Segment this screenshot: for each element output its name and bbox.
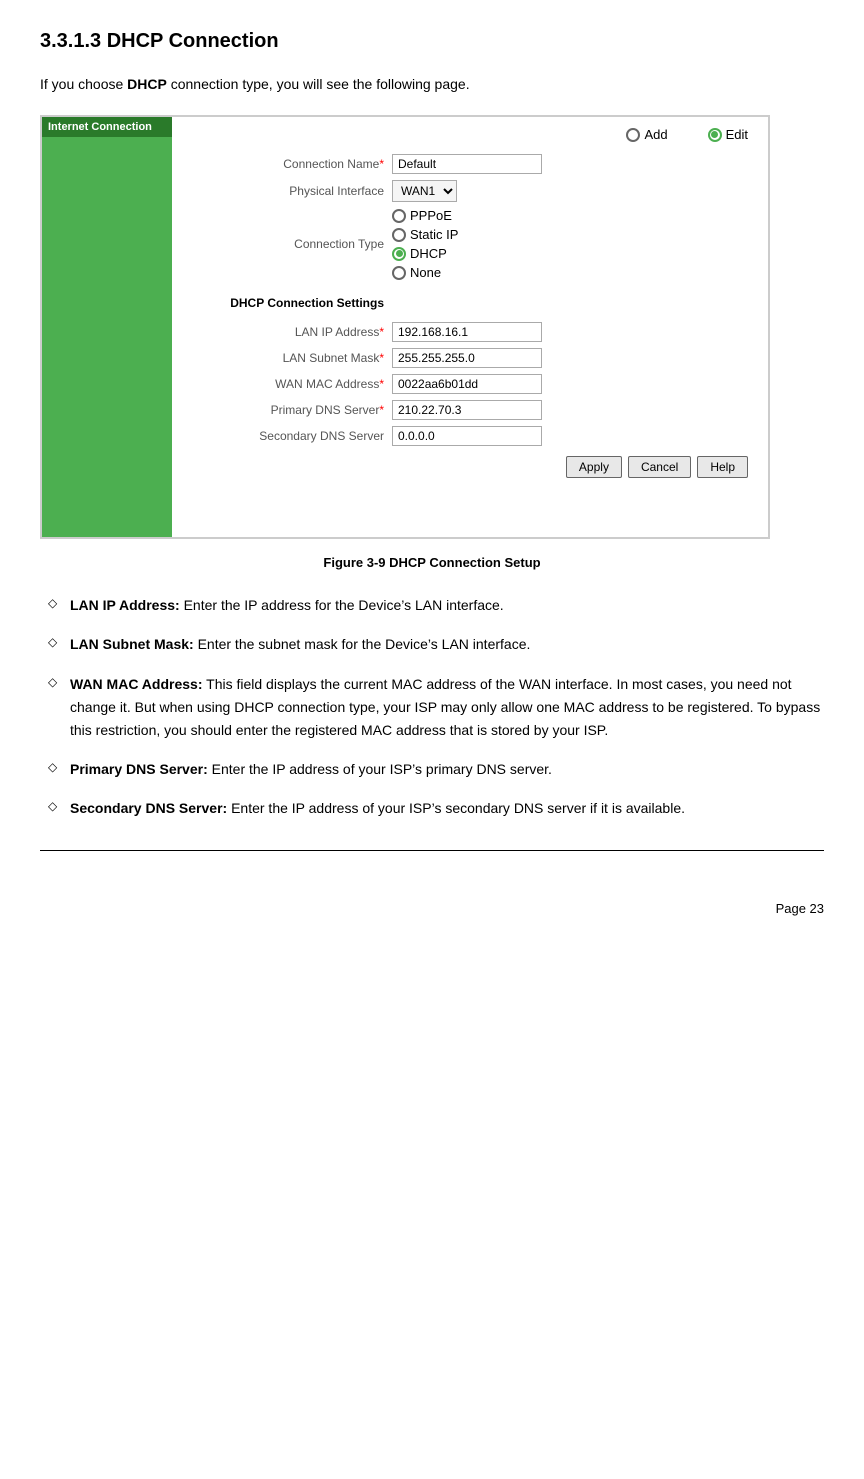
add-option[interactable]: Add	[626, 127, 667, 142]
bullet-primary-dns-text: Enter the IP address of your ISP’s prima…	[208, 761, 552, 777]
intro-paragraph: If you choose DHCP connection type, you …	[40, 73, 824, 95]
add-label: Add	[644, 127, 667, 142]
wan-mac-row: WAN MAC Address*	[192, 374, 748, 394]
sidebar-green: Internet Connection	[42, 117, 172, 537]
primary-dns-input[interactable]	[392, 400, 542, 420]
dhcp-radio	[392, 247, 406, 261]
form-button-row: Apply Cancel Help	[192, 456, 748, 478]
static-ip-radio	[392, 228, 406, 242]
static-ip-label: Static IP	[410, 227, 458, 242]
lan-subnet-row: LAN Subnet Mask*	[192, 348, 748, 368]
pppoe-label: PPPoE	[410, 208, 452, 223]
edit-option[interactable]: Edit	[708, 127, 748, 142]
dhcp-option[interactable]: DHCP	[392, 246, 458, 261]
edit-radio-circle	[708, 128, 722, 142]
lan-ip-row: LAN IP Address*	[192, 322, 748, 342]
page-heading: 3.3.1.3 DHCP Connection	[40, 30, 824, 53]
edit-label: Edit	[726, 127, 748, 142]
footer-divider	[40, 850, 824, 851]
wan-mac-label: WAN MAC Address*	[192, 377, 392, 391]
lan-subnet-input[interactable]	[392, 348, 542, 368]
dhcp-settings-header: DHCP Connection Settings	[192, 296, 392, 310]
bullet-lan-ip-text: Enter the IP address for the Device’s LA…	[180, 597, 504, 613]
primary-dns-row: Primary DNS Server*	[192, 400, 748, 420]
connection-name-row: Connection Name*	[192, 154, 748, 174]
connection-name-input[interactable]	[392, 154, 542, 174]
bullet-lan-ip: LAN IP Address: Enter the IP address for…	[40, 594, 824, 617]
secondary-dns-label: Secondary DNS Server	[192, 429, 392, 443]
figure-container: Internet Connection Add Edit Connection …	[40, 115, 770, 539]
bullet-lan-subnet-term: LAN Subnet Mask:	[70, 636, 194, 652]
physical-interface-select[interactable]: WAN1	[392, 180, 457, 202]
pppoe-option[interactable]: PPPoE	[392, 208, 458, 223]
bullet-lan-subnet-text: Enter the subnet mask for the Device’s L…	[194, 636, 531, 652]
bullet-primary-dns-term: Primary DNS Server:	[70, 761, 208, 777]
bullet-secondary-dns-text: Enter the IP address of your ISP’s secon…	[227, 800, 685, 816]
dhcp-settings-header-row: DHCP Connection Settings	[192, 286, 748, 316]
top-buttons-row: Add Edit	[192, 127, 748, 142]
bullet-secondary-dns: Secondary DNS Server: Enter the IP addre…	[40, 797, 824, 820]
bullet-lan-subnet: LAN Subnet Mask: Enter the subnet mask f…	[40, 633, 824, 656]
add-radio-circle	[626, 128, 640, 142]
figure-caption: Figure 3-9 DHCP Connection Setup	[40, 555, 824, 570]
physical-interface-label: Physical Interface	[192, 184, 392, 198]
pppoe-radio	[392, 209, 406, 223]
bullet-lan-ip-term: LAN IP Address:	[70, 597, 180, 613]
page-number: Page 23	[40, 891, 824, 916]
bullet-wan-mac-term: WAN MAC Address:	[70, 676, 203, 692]
connection-type-label: Connection Type	[192, 237, 392, 251]
lan-subnet-label: LAN Subnet Mask*	[192, 351, 392, 365]
secondary-dns-input[interactable]	[392, 426, 542, 446]
bullet-secondary-dns-term: Secondary DNS Server:	[70, 800, 227, 816]
secondary-dns-row: Secondary DNS Server	[192, 426, 748, 446]
intro-bold: DHCP	[127, 76, 167, 92]
wan-mac-input[interactable]	[392, 374, 542, 394]
none-radio	[392, 266, 406, 280]
form-panel: Add Edit Connection Name* Physical Inter…	[172, 117, 768, 537]
physical-interface-row: Physical Interface WAN1	[192, 180, 748, 202]
connection-type-row: Connection Type PPPoE Static IP DHCP Non…	[192, 208, 748, 280]
apply-button[interactable]: Apply	[566, 456, 622, 478]
intro-rest: connection type, you will see the follow…	[167, 76, 470, 92]
dhcp-label: DHCP	[410, 246, 447, 261]
lan-ip-input[interactable]	[392, 322, 542, 342]
sidebar-label: Internet Connection	[42, 117, 172, 137]
bullet-primary-dns: Primary DNS Server: Enter the IP address…	[40, 758, 824, 781]
connection-name-label: Connection Name*	[192, 157, 392, 171]
cancel-button[interactable]: Cancel	[628, 456, 691, 478]
connection-type-block: PPPoE Static IP DHCP None	[392, 208, 458, 280]
primary-dns-label: Primary DNS Server*	[192, 403, 392, 417]
none-label: None	[410, 265, 441, 280]
lan-ip-label: LAN IP Address*	[192, 325, 392, 339]
help-button[interactable]: Help	[697, 456, 748, 478]
static-ip-option[interactable]: Static IP	[392, 227, 458, 242]
none-option[interactable]: None	[392, 265, 458, 280]
bullet-wan-mac: WAN MAC Address: This field displays the…	[40, 673, 824, 742]
intro-text: If you choose	[40, 76, 127, 92]
